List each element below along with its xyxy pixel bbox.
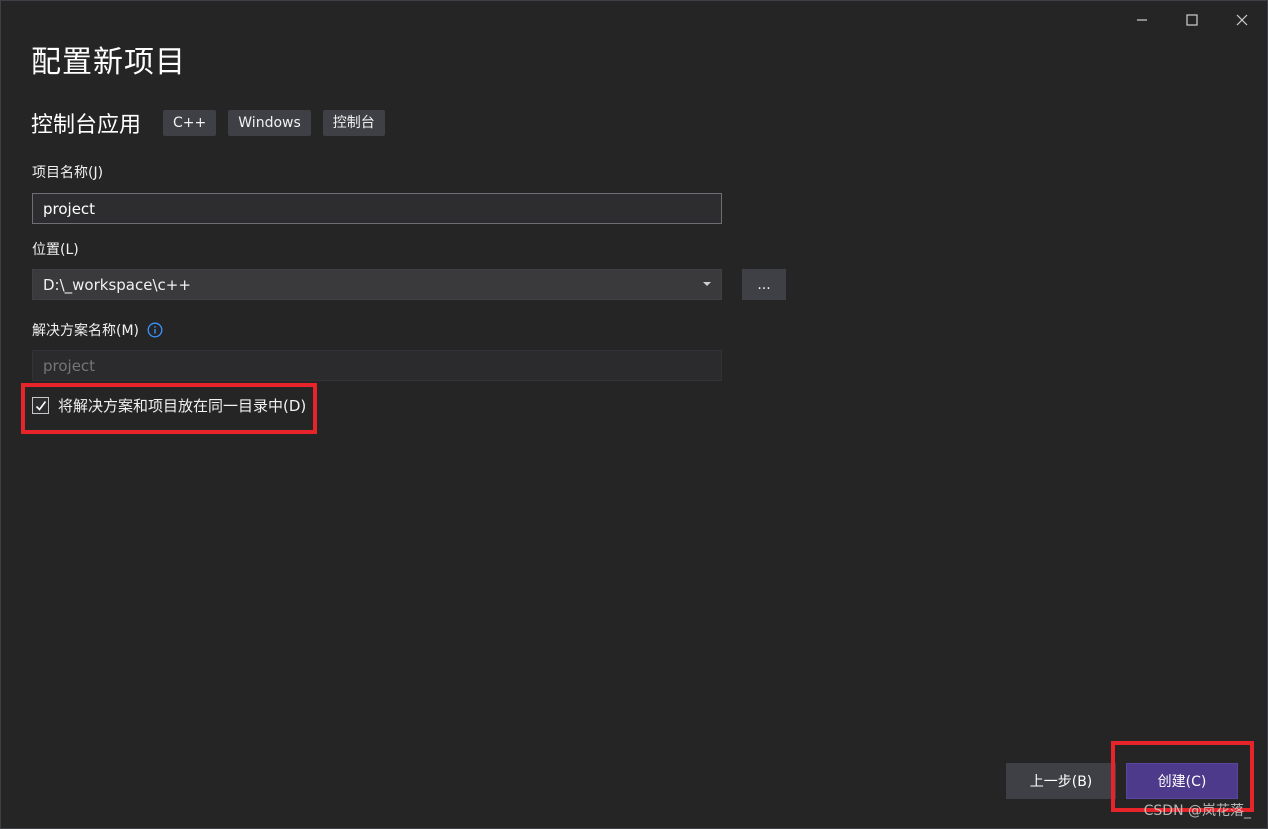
solution-name-label: 解决方案名称(M) — [32, 323, 140, 339]
tag-platform: Windows — [228, 110, 311, 136]
tag-language: C++ — [163, 110, 217, 136]
chevron-down-icon — [703, 282, 711, 286]
project-name-label: 项目名称(J) — [32, 165, 104, 181]
browse-button[interactable]: ... — [742, 269, 786, 300]
tag-project-type: 控制台 — [322, 110, 385, 136]
page-title: 配置新项目 — [31, 45, 186, 80]
project-name-input[interactable] — [32, 193, 722, 224]
template-name: 控制台应用 — [31, 113, 142, 138]
create-button[interactable]: 创建(C) — [1126, 763, 1238, 799]
configure-project-dialog: 配置新项目 控制台应用 C++ Windows 控制台 项目名称(J) 位置(L… — [0, 0, 1268, 829]
solution-name-input — [32, 350, 722, 381]
close-button[interactable] — [1217, 5, 1267, 35]
minimize-icon — [1137, 19, 1147, 21]
location-value: D:\_workspace\c++ — [43, 275, 191, 294]
info-icon[interactable] — [147, 322, 163, 338]
maximize-icon — [1186, 14, 1198, 26]
close-icon — [1236, 14, 1248, 26]
back-button[interactable]: 上一步(B) — [1006, 763, 1116, 799]
location-label: 位置(L) — [32, 242, 79, 258]
watermark: CSDN @岚花落_ — [1143, 803, 1251, 819]
template-header: 控制台应用 C++ Windows 控制台 — [31, 107, 397, 139]
same-directory-checkbox[interactable] — [32, 397, 49, 414]
checkmark-icon — [35, 400, 46, 411]
same-directory-label: 将解决方案和项目放在同一目录中(D) — [58, 397, 307, 415]
minimize-button[interactable] — [1117, 5, 1167, 35]
window-controls — [1117, 5, 1267, 35]
solution-name-label-row: 解决方案名称(M) — [32, 320, 163, 340]
same-directory-option[interactable]: 将解决方案和项目放在同一目录中(D) — [32, 395, 306, 416]
location-combobox[interactable]: D:\_workspace\c++ — [32, 269, 722, 300]
maximize-button[interactable] — [1167, 5, 1217, 35]
